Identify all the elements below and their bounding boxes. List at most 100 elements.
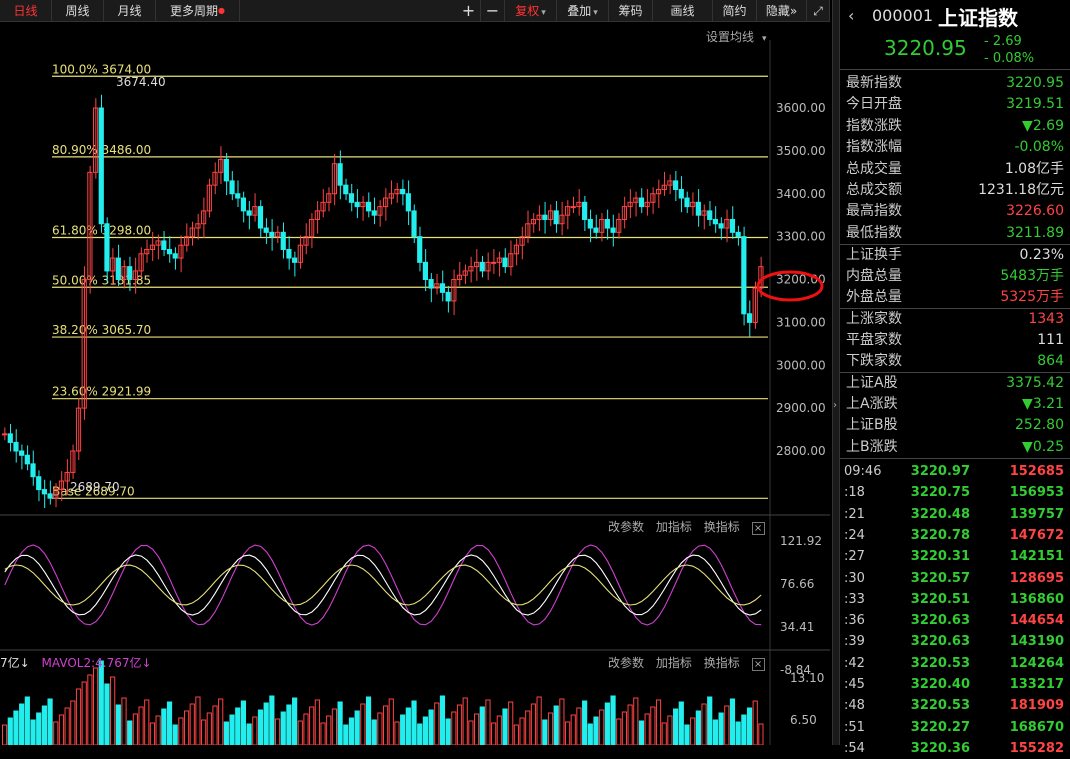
tick-volume: 144654 <box>1009 613 1064 629</box>
volume-bar <box>616 718 622 746</box>
volume-bar <box>502 708 508 746</box>
candle-body <box>405 193 411 212</box>
close-icon[interactable]: × <box>751 658 765 671</box>
candle-body <box>593 227 599 233</box>
volume-bar <box>365 696 372 746</box>
candle-body <box>712 218 719 225</box>
stat-label: 上证换手 <box>846 247 902 264</box>
hide-panel-button[interactable]: 隐藏» <box>757 0 807 22</box>
osc-add-indicator-button[interactable]: 加指标 <box>656 520 692 534</box>
candle-body <box>746 313 753 323</box>
stat-value: 1343 <box>1028 311 1064 328</box>
candle-body <box>707 210 713 220</box>
panel-divider[interactable]: › <box>832 0 840 745</box>
volume-bar <box>712 719 719 746</box>
tick-row: :18 3220.75 156953 <box>840 482 1070 503</box>
zoom-out-button[interactable]: − <box>481 0 505 22</box>
candle-body <box>115 257 121 280</box>
candle-body <box>269 231 275 238</box>
tick-price: 3220.63 <box>910 634 970 650</box>
volume-bar <box>434 702 440 746</box>
volume-bar <box>439 695 446 746</box>
zoom-in-button[interactable]: + <box>457 0 481 22</box>
volume-bar <box>684 724 690 746</box>
stat-value: 3220.95 <box>1006 75 1064 91</box>
fullscreen-icon[interactable]: ⤢ <box>807 0 830 22</box>
close-icon[interactable]: × <box>751 522 765 535</box>
volume-bar <box>280 711 286 746</box>
draw-line-button[interactable]: 画线 <box>653 0 713 22</box>
stat-label: 上A涨跌 <box>846 395 898 412</box>
stat-value: ▼2.69 <box>1022 117 1064 134</box>
candle-body <box>741 236 747 315</box>
volume-bar <box>377 712 383 746</box>
stat-value: 5325万手 <box>1000 288 1064 305</box>
volume-bar <box>468 720 474 746</box>
volume-bar <box>400 714 406 746</box>
stat-value: 864 <box>1037 353 1064 370</box>
candle-body <box>257 206 264 229</box>
candle-body <box>337 163 343 186</box>
tick-time: :21 <box>844 506 865 522</box>
simple-mode-button[interactable]: 简约 <box>713 0 757 22</box>
candle-body <box>235 193 241 199</box>
candle-body <box>47 493 53 499</box>
candle-body <box>610 227 616 233</box>
high-price-label: 3674.40 <box>116 75 166 89</box>
osc-controls: 改参数 加指标 换指标 × <box>600 518 765 535</box>
volume-bar <box>292 697 298 746</box>
candle-body <box>223 158 229 182</box>
tick-volume: 156953 <box>1009 485 1064 501</box>
stat-label: 最低指数 <box>846 224 902 241</box>
volume-bar <box>206 712 212 746</box>
candle-body <box>491 261 497 264</box>
more-periods-button[interactable]: 更多周期● <box>156 0 240 22</box>
tick-price: 3220.97 <box>910 464 970 480</box>
volume-bar <box>610 695 616 746</box>
candle-body <box>582 201 588 220</box>
tick-row: :42 3220.53 124264 <box>840 653 1070 674</box>
volume-bar <box>383 705 389 746</box>
tick-volume: 168670 <box>1009 719 1064 735</box>
collapse-arrow-icon[interactable]: › <box>833 400 839 411</box>
osc-switch-indicator-button[interactable]: 换指标 <box>704 520 740 534</box>
last-price: 3220.95 <box>884 36 967 60</box>
stat-row: 最低指数 3211.89 <box>840 223 1070 244</box>
volume-bar <box>729 698 736 746</box>
kline-chart[interactable]: 100.0% 3674.0080.90% 3486.0061.80% 3298.… <box>0 22 919 746</box>
vol-change-params-button[interactable]: 改参数 <box>608 656 644 670</box>
period-daily-button[interactable]: 日线 <box>0 0 52 22</box>
overlay-dropdown[interactable]: 叠加 <box>557 0 609 22</box>
stat-row: 最高指数 3226.60 <box>840 201 1070 222</box>
period-weekly-button[interactable]: 周线 <box>52 0 104 22</box>
volume-bar <box>752 700 758 746</box>
volume-bar <box>496 715 502 746</box>
candle-body <box>502 257 508 268</box>
osc-line <box>4 554 762 616</box>
tick-price: 3220.53 <box>910 655 970 671</box>
volume-bar <box>599 709 605 746</box>
volume-bar <box>564 721 571 746</box>
back-chevron-icon[interactable]: ‹ <box>848 6 854 25</box>
price-axis-tick: 3000.00 <box>776 358 826 372</box>
tick-volume: 152685 <box>1009 464 1064 480</box>
fuquan-dropdown[interactable]: 复权 <box>505 0 557 22</box>
vol-add-indicator-button[interactable]: 加指标 <box>656 656 692 670</box>
volume-bar <box>75 688 82 746</box>
volume-bar <box>303 713 309 746</box>
volume-bar <box>411 700 417 746</box>
period-monthly-button[interactable]: 月线 <box>104 0 156 22</box>
vol-switch-indicator-button[interactable]: 换指标 <box>704 656 740 670</box>
ma-settings-button[interactable]: 设置均线 ▾ <box>698 28 767 45</box>
candle-body <box>553 210 559 225</box>
candle-body <box>678 188 684 199</box>
osc-change-params-button[interactable]: 改参数 <box>608 520 644 534</box>
tick-volume: 143190 <box>1009 634 1064 650</box>
chips-button[interactable]: 筹码 <box>609 0 653 22</box>
volume-bar <box>473 713 480 746</box>
volume-bar <box>508 701 514 746</box>
fib-level-label: 23.60% 2921.99 <box>52 385 151 399</box>
osc-line <box>4 564 762 606</box>
candle-body <box>36 476 42 491</box>
candle-body <box>570 206 576 209</box>
